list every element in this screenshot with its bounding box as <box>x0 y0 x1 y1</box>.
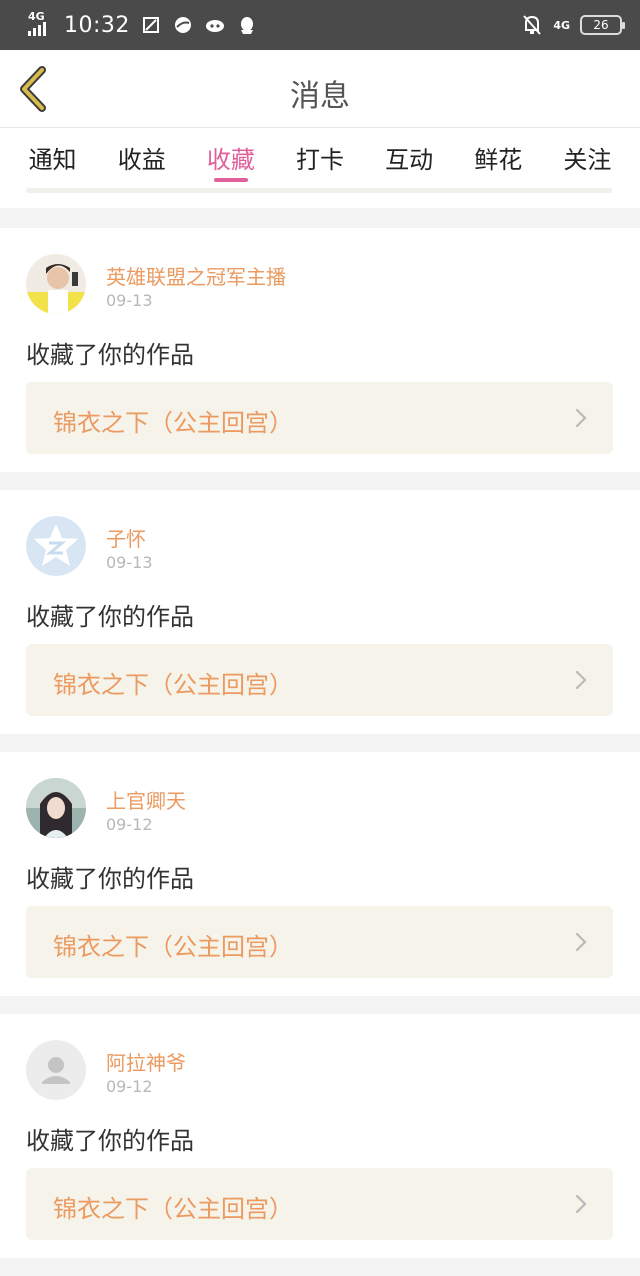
user-name[interactable]: 上官卿天 <box>106 785 186 814</box>
tab-interaction[interactable]: 互动 <box>385 128 433 175</box>
chevron-right-icon <box>575 1194 587 1214</box>
work-link[interactable]: 锦衣之下（公主回宫） <box>26 644 613 716</box>
tab-flowers[interactable]: 鲜花 <box>474 128 522 175</box>
status-bar: 4G 10:32 4G 26 <box>0 0 640 50</box>
signal-icon: 4G <box>28 10 54 38</box>
action-text: 收藏了你的作品 <box>26 865 194 893</box>
header: 消息 <box>0 50 640 128</box>
work-link[interactable]: 锦衣之下（公主回宫） <box>26 1168 613 1240</box>
work-link[interactable]: 锦衣之下（公主回宫） <box>26 906 613 978</box>
chevron-right-icon <box>575 932 587 952</box>
item-date: 09-13 <box>106 553 153 572</box>
item-date: 09-12 <box>106 1077 153 1096</box>
default-user-avatar-icon[interactable] <box>26 1040 86 1100</box>
tab-bar: 通知 收益 收藏 打卡 互动 鲜花 关注 <box>0 128 640 190</box>
work-title: 锦衣之下（公主回宫） <box>53 409 293 437</box>
battery-icon: 26 <box>580 15 625 35</box>
action-text: 收藏了你的作品 <box>26 603 194 631</box>
bell-off-icon <box>521 14 543 36</box>
tab-label: 关注 <box>563 146 612 174</box>
work-title: 锦衣之下（公主回宫） <box>53 671 293 699</box>
user-name[interactable]: 子怀 <box>106 523 146 552</box>
sim-icon <box>140 14 162 36</box>
clock: 10:32 <box>64 12 130 38</box>
work-title: 锦衣之下（公主回宫） <box>53 933 293 961</box>
tab-label: 收藏 <box>206 146 255 174</box>
tab-label: 收益 <box>117 146 166 174</box>
user-name[interactable]: 英雄联盟之冠军主播 <box>106 261 286 290</box>
chevron-right-icon <box>575 408 587 428</box>
tab-earnings[interactable]: 收益 <box>118 128 166 175</box>
tab-label: 互动 <box>385 146 434 174</box>
tab-checkin[interactable]: 打卡 <box>296 128 344 175</box>
list-item: 英雄联盟之冠军主播 09-13 收藏了你的作品 锦衣之下（公主回宫） <box>0 228 640 472</box>
tab-follow[interactable]: 关注 <box>563 128 611 175</box>
qq-icon <box>236 14 258 36</box>
network-type-right: 4G <box>553 18 570 32</box>
list-item: 上官卿天 09-12 收藏了你的作品 锦衣之下（公主回宫） <box>0 752 640 996</box>
chevron-right-icon <box>575 670 587 690</box>
qzone-star-avatar-icon[interactable] <box>26 516 86 576</box>
work-link[interactable]: 锦衣之下（公主回宫） <box>26 382 613 454</box>
work-title: 锦衣之下（公主回宫） <box>53 1195 293 1223</box>
item-date: 09-12 <box>106 815 153 834</box>
divider <box>26 188 612 193</box>
list-item: 子怀 09-13 收藏了你的作品 锦衣之下（公主回宫） <box>0 490 640 734</box>
page-title: 消息 <box>290 79 350 114</box>
list-item: 阿拉神爷 09-12 收藏了你的作品 锦衣之下（公主回宫） <box>0 1014 640 1258</box>
cat-icon <box>204 14 226 36</box>
active-tab-indicator <box>213 178 248 182</box>
tab-label: 打卡 <box>295 146 344 174</box>
browser-icon <box>172 14 194 36</box>
user-name[interactable]: 阿拉神爷 <box>106 1047 186 1076</box>
tab-label: 鲜花 <box>474 146 523 174</box>
photo-avatar-icon[interactable] <box>26 254 86 314</box>
action-text: 收藏了你的作品 <box>26 1127 194 1155</box>
tab-favorites[interactable]: 收藏 <box>206 128 255 182</box>
tab-label: 通知 <box>28 146 77 174</box>
photo-avatar-icon[interactable] <box>26 778 86 838</box>
tab-notice[interactable]: 通知 <box>29 128 77 175</box>
item-date: 09-13 <box>106 291 153 310</box>
action-text: 收藏了你的作品 <box>26 341 194 369</box>
battery-level: 26 <box>593 18 609 32</box>
